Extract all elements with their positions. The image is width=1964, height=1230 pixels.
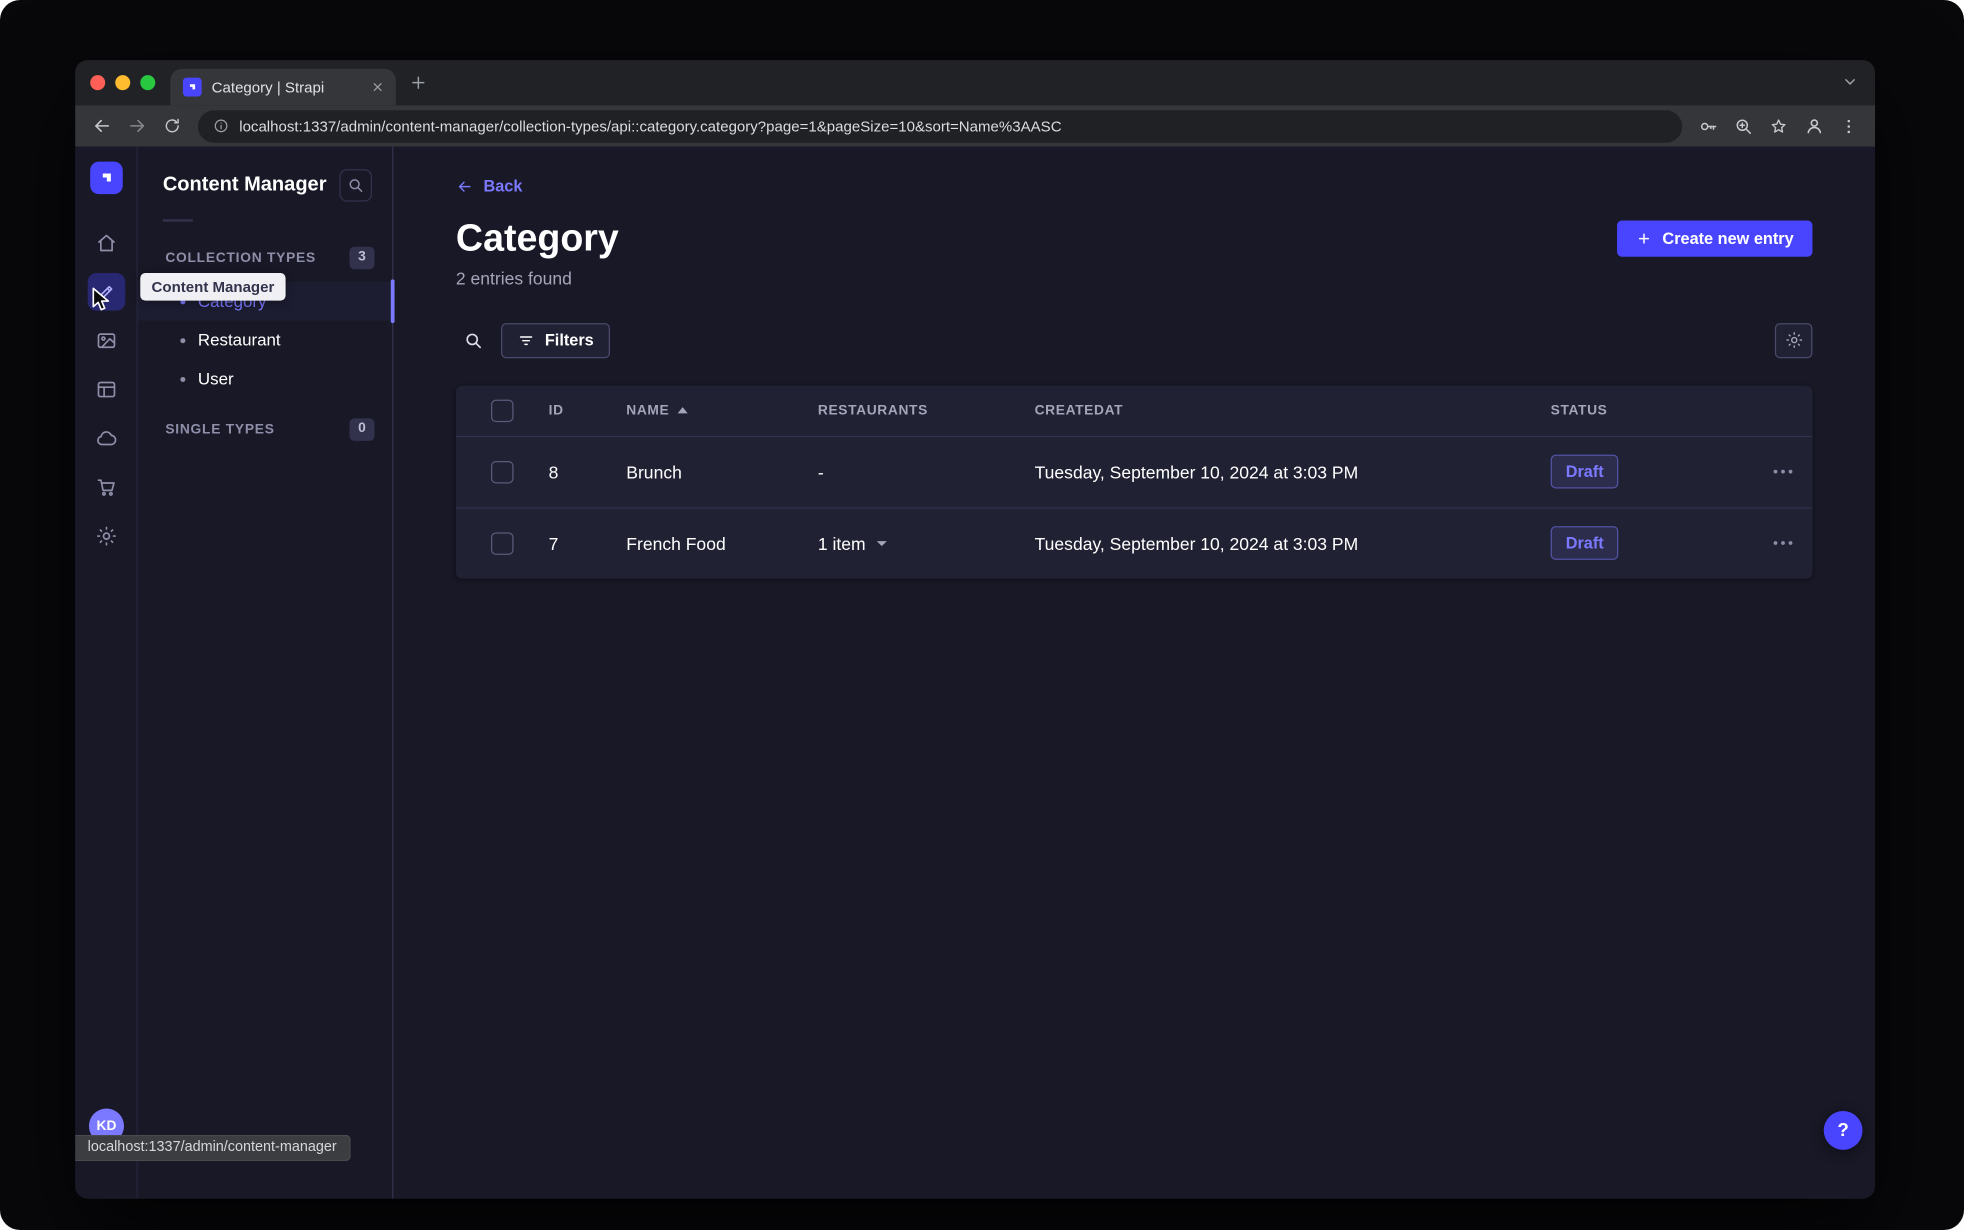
sort-ascending-icon: [678, 407, 689, 414]
settings-gear-icon[interactable]: [87, 517, 125, 555]
gear-icon: [1785, 332, 1802, 348]
tab-title: Category | Strapi: [211, 78, 325, 96]
browser-window: Category | Strapi localhost:1337/admin/c…: [75, 60, 1876, 1199]
single-types-count-badge: 0: [349, 418, 375, 441]
collection-types-count-badge: 3: [349, 247, 375, 269]
content-manager-subnav: Content Manager COLLECTION TYPES 3 Categ…: [137, 146, 395, 1199]
media-library-icon[interactable]: [87, 322, 125, 360]
status-badge: Draft: [1550, 454, 1619, 489]
plus-icon: [1639, 232, 1650, 244]
content-manager-tooltip: Content Manager: [140, 273, 286, 301]
zoom-search-icon[interactable]: [1727, 110, 1760, 143]
row-actions-menu-icon[interactable]: [1766, 534, 1800, 553]
bookmark-star-icon[interactable]: [1762, 110, 1795, 143]
table-row: 7 French Food 1 item Tuesday, September …: [455, 506, 1813, 578]
restaurants-count: 1 item: [817, 532, 866, 554]
tab-bar: Category | Strapi: [75, 60, 1876, 106]
subnav-divider: [162, 219, 193, 222]
strapi-favicon-icon: [182, 77, 202, 97]
home-icon[interactable]: [87, 224, 125, 262]
table-search-button[interactable]: [456, 323, 491, 358]
bullet-icon: [180, 376, 186, 382]
url-text: localhost:1337/admin/content-manager/col…: [239, 117, 1062, 135]
tab-close-icon[interactable]: [370, 79, 386, 95]
browser-toolbar: localhost:1337/admin/content-manager/col…: [75, 105, 1876, 147]
view-settings-button[interactable]: [1774, 322, 1813, 358]
sidebar-item-label: Restaurant: [197, 330, 281, 350]
search-icon: [466, 332, 481, 348]
status-badge: Draft: [1550, 526, 1619, 560]
restaurants-cell[interactable]: 1 item: [818, 533, 1035, 553]
chevron-down-icon: [876, 540, 887, 546]
create-new-entry-button[interactable]: Create new entry: [1617, 219, 1813, 257]
name-cell: Brunch: [626, 461, 682, 482]
restaurants-cell: -: [817, 461, 824, 482]
strapi-app: KD Content Manager COLLECTION TYPES 3 Ca…: [75, 146, 1876, 1199]
column-header-status[interactable]: STATUS: [1551, 403, 1754, 418]
filters-button[interactable]: Filters: [501, 322, 611, 358]
reload-icon[interactable]: [155, 110, 188, 143]
collection-types-label: COLLECTION TYPES: [165, 250, 316, 266]
filter-icon: [519, 335, 533, 345]
subnav-search-button[interactable]: [339, 169, 373, 202]
table-header-row: ID NAME RESTAURANTS CREATEDAT STATUS: [456, 385, 1813, 435]
page-title: Category: [455, 217, 619, 259]
main-nav-rail: KD: [75, 146, 138, 1199]
window-controls: [90, 75, 156, 91]
tab-search-chevron-icon[interactable]: [1840, 71, 1860, 91]
strapi-logo[interactable]: [89, 161, 123, 195]
active-indicator: [390, 279, 395, 324]
select-all-checkbox[interactable]: [490, 398, 514, 422]
browser-tab[interactable]: Category | Strapi: [170, 68, 396, 106]
sidebar-item-restaurant[interactable]: Restaurant: [138, 321, 392, 360]
new-tab-button[interactable]: [408, 73, 428, 93]
createdat-cell: Tuesday, September 10, 2024 at 3:03 PM: [1034, 532, 1359, 554]
row-checkbox[interactable]: [490, 460, 514, 483]
subnav-title: Content Manager: [162, 174, 327, 196]
back-nav-icon[interactable]: [85, 110, 118, 143]
filters-label: Filters: [544, 330, 594, 350]
marketplace-cart-icon[interactable]: [87, 468, 125, 506]
page-info-icon[interactable]: [213, 118, 229, 134]
link-preview-statusbar: localhost:1337/admin/content-manager: [75, 1134, 351, 1162]
content-manager-icon[interactable]: [87, 273, 125, 311]
name-cell: French Food: [626, 532, 726, 554]
close-window-button[interactable]: [90, 75, 106, 91]
entries-count: 2 entries found: [455, 267, 572, 288]
main-content: Back Category Create new entry 2 entries…: [393, 147, 1875, 1199]
table-row: 8 Brunch - Tuesday, September 10, 2024 a…: [455, 435, 1813, 506]
create-new-entry-label: Create new entry: [1662, 228, 1794, 248]
single-types-label: SINGLE TYPES: [165, 422, 275, 438]
column-header-name[interactable]: NAME: [626, 403, 818, 418]
column-header-createdat[interactable]: CREATEDAT: [1035, 403, 1551, 418]
sidebar-item-label: User: [197, 369, 234, 389]
forward-nav-icon[interactable]: [120, 110, 153, 143]
column-header-id[interactable]: ID: [549, 403, 627, 418]
password-key-icon[interactable]: [1692, 110, 1725, 143]
cloud-deploy-icon[interactable]: [87, 420, 125, 458]
fullscreen-window-button[interactable]: [140, 75, 156, 91]
browser-menu-icon[interactable]: [1832, 110, 1865, 143]
createdat-cell: Tuesday, September 10, 2024 at 3:03 PM: [1034, 461, 1359, 482]
row-actions-menu-icon[interactable]: [1766, 462, 1800, 481]
screenshot-stage: Category | Strapi localhost:1337/admin/c…: [0, 0, 1964, 1230]
id-cell: 8: [548, 461, 559, 482]
id-cell: 7: [548, 532, 559, 554]
content-type-builder-icon[interactable]: [87, 371, 125, 409]
row-checkbox[interactable]: [490, 531, 514, 555]
minimize-window-button[interactable]: [115, 75, 131, 91]
help-button[interactable]: ?: [1823, 1111, 1863, 1150]
profile-icon[interactable]: [1797, 110, 1830, 143]
address-bar[interactable]: localhost:1337/admin/content-manager/col…: [197, 109, 1683, 143]
back-label: Back: [483, 176, 523, 196]
entries-table: ID NAME RESTAURANTS CREATEDAT STATUS 8 B…: [455, 385, 1813, 579]
column-header-restaurants[interactable]: RESTAURANTS: [818, 403, 1035, 418]
arrow-left-icon: [458, 180, 471, 192]
back-link[interactable]: Back: [456, 176, 523, 196]
bullet-icon: [180, 337, 186, 343]
sidebar-item-user[interactable]: User: [138, 359, 392, 398]
